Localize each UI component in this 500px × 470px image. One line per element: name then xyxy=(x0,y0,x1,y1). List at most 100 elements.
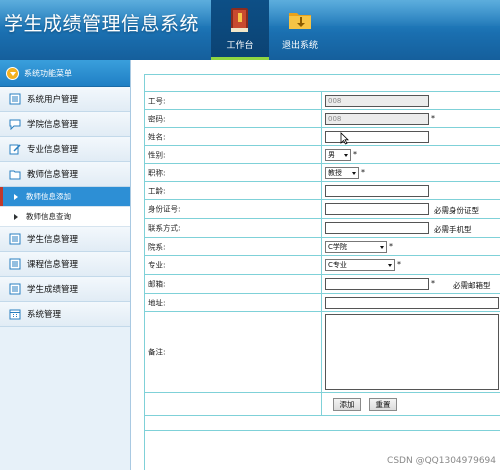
gender-select-value: 男 xyxy=(328,151,335,159)
form-row-gender: 性别: 男 * xyxy=(145,146,500,164)
sidebar-item-label: 教师信息管理 xyxy=(27,170,79,180)
reset-button[interactable]: 重置 xyxy=(369,398,397,411)
nav-workbench-button[interactable]: 工作台 xyxy=(211,0,269,60)
nav-exit-button[interactable]: 退出系统 xyxy=(271,0,329,60)
exit-folder-icon xyxy=(289,13,311,29)
idcard-label: 身份证号: xyxy=(148,204,181,214)
gender-label: 性别: xyxy=(148,150,166,159)
remark-textarea[interactable] xyxy=(325,314,499,390)
sidebar-item-system[interactable]: 系统管理 xyxy=(0,302,130,327)
column-divider xyxy=(321,146,322,163)
form-row-contact: 联系方式: 必需手机型 xyxy=(145,219,500,238)
required-mark: * xyxy=(397,260,401,269)
title-label: 职称: xyxy=(148,168,166,177)
sidebar: 系统功能菜单 系统用户管理 学院信息管理 专业信息管理 教师信息管理 教师信息添… xyxy=(0,60,131,470)
sidebar-item-students[interactable]: 学生信息管理 xyxy=(0,227,130,252)
main-content: 工号: 008 密码: 008 * 姓名: 性别: 男 * 职称: 教授 * 工… xyxy=(131,60,500,470)
title-select-value: 教授 xyxy=(328,169,342,177)
sidebar-item-majors[interactable]: 专业信息管理 xyxy=(0,137,130,162)
major-select-value: C专业 xyxy=(328,261,347,269)
required-mark: * xyxy=(361,168,365,177)
gender-select[interactable]: 男 xyxy=(325,149,351,161)
list-icon xyxy=(9,283,21,295)
sidebar-item-system-users[interactable]: 系统用户管理 xyxy=(0,87,130,112)
contact-label: 联系方式: xyxy=(148,223,181,233)
email-field[interactable] xyxy=(325,278,429,290)
form-row-remark: 备注: xyxy=(145,312,500,393)
name-label: 姓名: xyxy=(148,132,166,141)
email-label: 邮箱: xyxy=(148,279,166,289)
chevron-down-icon xyxy=(344,154,348,157)
sidebar-item-teachers[interactable]: 教师信息管理 xyxy=(0,162,130,187)
required-mark: * xyxy=(389,242,393,251)
password-field[interactable]: 008 xyxy=(325,113,429,125)
sidebar-item-label: 学院信息管理 xyxy=(27,120,79,130)
nav-exit-label: 退出系统 xyxy=(281,41,318,51)
form-bottom-row xyxy=(145,416,500,431)
college-label: 院系: xyxy=(148,242,166,251)
column-divider xyxy=(321,256,322,274)
book-icon xyxy=(231,8,248,32)
password-label: 密码: xyxy=(148,114,166,123)
title-select[interactable]: 教授 xyxy=(325,167,359,179)
form-row-college: 院系: C学院 * xyxy=(145,238,500,256)
list-icon xyxy=(9,233,21,245)
form-row-idcard: 身份证号: 必需身份证型 xyxy=(145,200,500,219)
mouse-cursor-icon xyxy=(340,132,349,145)
id-label: 工号: xyxy=(148,96,166,105)
sidebar-item-label: 学生信息管理 xyxy=(27,235,79,245)
column-divider xyxy=(321,312,322,392)
idcard-field[interactable] xyxy=(325,203,429,215)
nav-workbench-label: 工作台 xyxy=(226,41,254,51)
form-row-title: 职称: 教授 * xyxy=(145,164,500,182)
list-icon xyxy=(9,258,21,270)
form-row-password: 密码: 008 * xyxy=(145,110,500,128)
column-divider xyxy=(321,128,322,145)
list-icon xyxy=(9,93,21,105)
seniority-field[interactable] xyxy=(325,185,429,197)
top-header: 学生成绩管理信息系统 工作台 退出系统 xyxy=(0,0,500,60)
column-divider xyxy=(321,219,322,237)
sidebar-item-colleges[interactable]: 学院信息管理 xyxy=(0,112,130,137)
contact-field[interactable] xyxy=(325,222,429,234)
sidebar-item-courses[interactable]: 课程信息管理 xyxy=(0,252,130,277)
chevron-down-icon xyxy=(388,264,392,267)
sidebar-header[interactable]: 系统功能菜单 xyxy=(0,60,130,87)
address-field[interactable] xyxy=(325,297,499,309)
form-row-address: 地址: xyxy=(145,294,500,312)
sidebar-item-label: 专业信息管理 xyxy=(27,145,79,155)
contact-hint: 必需手机型 xyxy=(434,225,472,234)
folder-icon xyxy=(9,170,21,180)
chevron-down-icon xyxy=(6,66,19,80)
sidebar-subitem-teacher-add[interactable]: 教师信息添加 xyxy=(0,187,130,207)
remark-label: 备注: xyxy=(148,347,166,357)
chevron-down-icon xyxy=(380,246,384,249)
column-divider xyxy=(321,200,322,218)
seniority-label: 工龄: xyxy=(148,186,166,195)
major-select[interactable]: C专业 xyxy=(325,259,395,271)
college-select[interactable]: C学院 xyxy=(325,241,387,253)
column-divider xyxy=(321,182,322,199)
column-divider xyxy=(321,110,322,127)
required-mark: * xyxy=(431,279,435,288)
form-row-actions: 添加 重置 xyxy=(145,393,500,416)
add-button[interactable]: 添加 xyxy=(333,398,361,411)
edit-icon xyxy=(9,144,21,155)
sidebar-item-label: 课程信息管理 xyxy=(27,260,79,270)
sidebar-item-label: 学生成绩管理 xyxy=(27,285,79,295)
form-row-name: 姓名: xyxy=(145,128,500,146)
address-label: 地址: xyxy=(148,298,166,307)
sidebar-subitem-label: 教师信息查询 xyxy=(26,212,71,221)
column-divider xyxy=(321,275,322,293)
id-field[interactable]: 008 xyxy=(325,95,429,107)
sidebar-item-grades[interactable]: 学生成绩管理 xyxy=(0,277,130,302)
caret-right-icon xyxy=(14,194,18,200)
column-divider xyxy=(321,164,322,181)
sidebar-subitem-teacher-query[interactable]: 教师信息查询 xyxy=(0,207,130,227)
form-row-id: 工号: 008 xyxy=(145,92,500,110)
column-divider xyxy=(321,92,322,109)
sidebar-item-label: 系统用户管理 xyxy=(27,95,79,105)
column-divider xyxy=(321,294,322,311)
caret-right-icon xyxy=(14,214,18,220)
watermark: CSDN @QQ1304979694 xyxy=(387,456,496,466)
